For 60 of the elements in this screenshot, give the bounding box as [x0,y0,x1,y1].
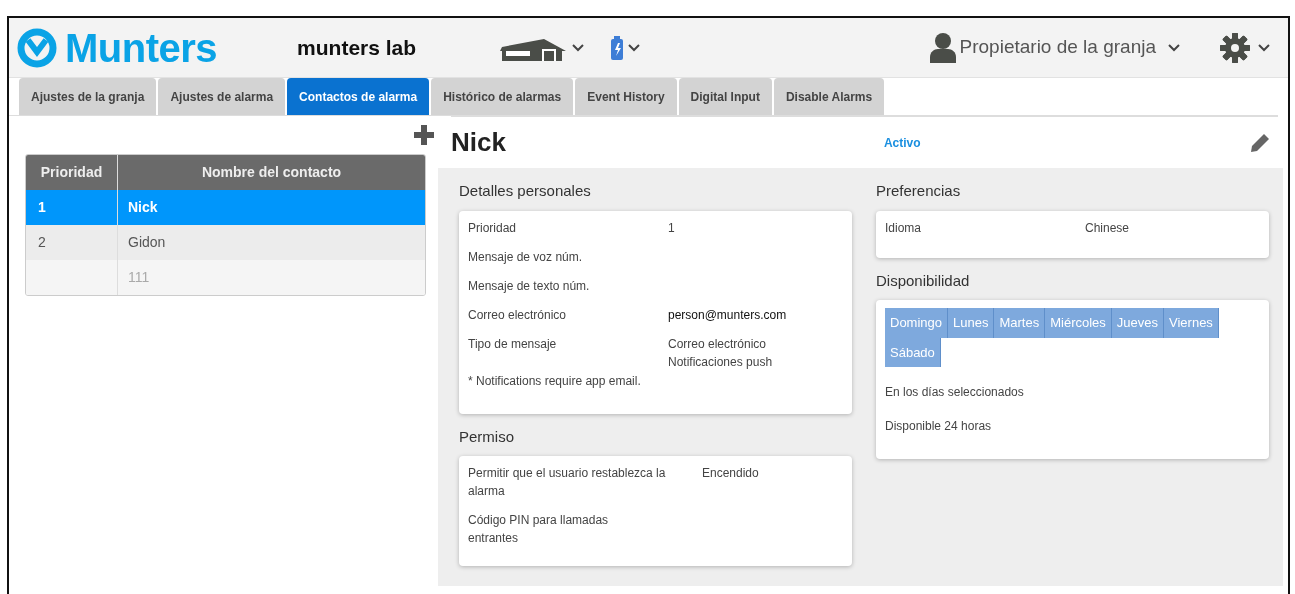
section-title: Permiso [459,426,515,447]
day-toggle[interactable]: Viernes [1164,308,1219,338]
day-toggle[interactable]: Domingo [885,308,949,338]
chevron-down-icon [628,43,641,52]
column-header: Nombre del contacto [200,163,343,182]
user-menu[interactable]: Propietario de la granja [929,32,1180,63]
contact-name: Nick [128,198,158,217]
day-toggle[interactable]: Lunes [948,308,995,338]
field-value: Chinese [1085,219,1130,237]
tab[interactable]: Histórico de alarmas [431,78,574,115]
field-label: Prioridad [468,219,518,237]
availability-text: Disponible 24 horas [885,418,993,435]
contact-row[interactable]: 2 Gidon [26,225,425,260]
site-name: munters lab [297,34,417,61]
tab[interactable]: Event History [575,78,677,115]
chevron-down-icon [1258,43,1270,52]
tab[interactable]: Contactos de alarma [287,78,430,115]
brand-name: Munters [65,27,218,68]
priority-text: 1 [38,198,46,217]
field-value: Correo electrónico Notificaciones push [668,335,773,371]
field-value: person@munters.com [668,306,787,324]
contact-name: 111 [128,268,150,287]
add-button[interactable] [414,122,434,146]
tab[interactable]: Disable Alarms [773,78,885,115]
status-text: Activo [883,134,921,152]
field-label: Permitir que el usuario restablezca la alarma [468,465,667,500]
field-label: Mensaje de texto núm. [468,277,591,295]
plus-icon [414,124,434,145]
field-label: Correo electrónico [468,306,568,324]
day-toggle[interactable]: Martes [994,308,1046,338]
tab[interactable]: Ajustes de la granja [19,78,157,115]
tab[interactable]: Digital Input [678,78,772,115]
logo-icon [17,27,57,68]
user-icon [929,32,956,63]
field-value: Encendido [702,465,759,482]
pencil-icon [1250,133,1270,154]
field-label: Mensaje de voz núm. [468,248,584,266]
battery-icon [610,35,625,60]
priority-text: 2 [38,233,46,252]
field-label: Tipo de mensaje [468,335,558,353]
day-toggle[interactable]: Jueves [1111,308,1164,338]
settings-menu[interactable] [1220,32,1270,63]
section-title: Preferencias [876,181,962,201]
note-text: * Notifications require app email. [468,372,642,390]
chevron-down-icon [572,43,585,52]
day-toggle[interactable]: Sábado [885,337,941,367]
availability-text: En los días seleccionados [885,384,1025,401]
field-label: Idioma [885,219,923,237]
contact-row[interactable]: 1 Nick [26,190,425,225]
chevron-down-icon [1168,44,1180,53]
contact-title: Nick [451,126,506,159]
tab[interactable]: Ajustes de alarma [158,78,286,115]
field-label: Código PIN para llamadas entrantes [468,512,610,547]
field-value: 1 [668,219,675,237]
settings-icon [1220,32,1250,63]
section-title: Disponibilidad [876,270,971,291]
section-title: Detalles personales [459,181,592,201]
device-dropdown[interactable] [610,35,641,60]
day-toggle[interactable]: Miércoles [1045,308,1112,338]
contact-name: Gidon [128,233,166,252]
